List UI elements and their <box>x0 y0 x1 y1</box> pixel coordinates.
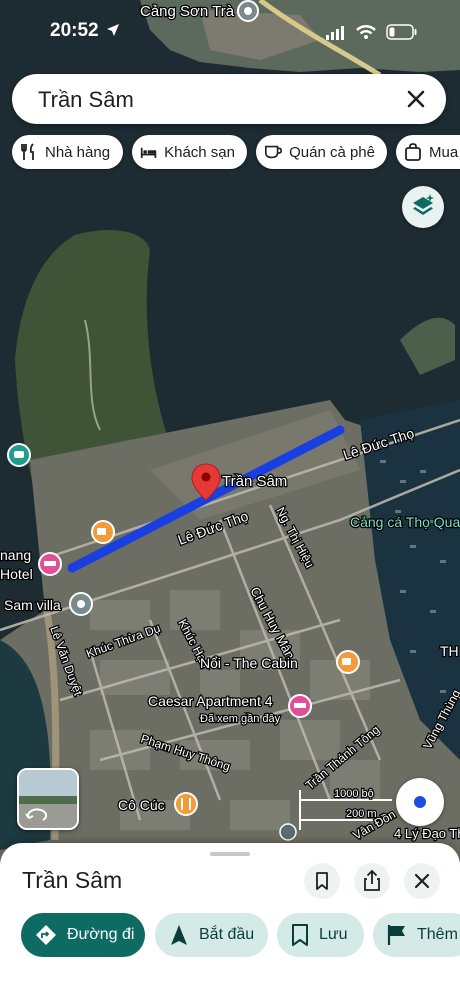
map-label-th: TH <box>440 643 459 659</box>
signal-icon <box>326 26 344 40</box>
search-bar[interactable]: Trần Sâm <box>12 74 446 124</box>
street-view-image <box>19 770 77 828</box>
my-location-icon <box>414 796 426 808</box>
chip-label: Mua <box>429 143 459 161</box>
bus-stop-icon[interactable] <box>279 823 297 841</box>
map-label-caesar-sub: Đã xem gần đây <box>200 713 281 725</box>
close-sheet-button[interactable] <box>404 863 440 899</box>
more-button[interactable]: Thêm <box>373 913 460 957</box>
share-icon <box>364 869 380 891</box>
layers-button[interactable] <box>402 186 444 228</box>
ferry-marker-icon[interactable] <box>7 443 31 467</box>
chip-hotels[interactable]: Khách sạn <box>132 135 247 169</box>
map-label-selected-street: Trần Sâm <box>222 473 287 490</box>
bookmark-icon <box>292 924 308 946</box>
start-button[interactable]: Bắt đầu <box>155 913 268 957</box>
flag-icon <box>387 925 405 945</box>
chip-cafes[interactable]: Quán cà phê <box>256 135 387 169</box>
map-label-ly-dao-thanh: 4 Lý Đạo Th <box>394 826 460 841</box>
bookmark-icon <box>316 872 328 890</box>
place-title: Trần Sâm <box>22 867 123 893</box>
status-bar: 20:52 <box>0 0 460 60</box>
start-label: Bắt đầu <box>199 926 255 943</box>
cafe-marker-icon[interactable] <box>91 520 115 544</box>
directions-button[interactable]: Đường đi <box>21 913 145 957</box>
save-label: Lưu <box>319 926 348 943</box>
map-label-fishing-port: Cảng cá Thọ Quang <box>350 514 460 530</box>
street-view-thumbnail[interactable] <box>17 768 79 830</box>
close-icon[interactable] <box>396 79 436 119</box>
cafe-marker-icon[interactable] <box>336 650 360 674</box>
search-query[interactable]: Trần Sâm <box>38 87 134 113</box>
map-label-hotel-partial: nang <box>0 547 31 563</box>
scale-label-ft: 1000 bộ <box>334 788 374 800</box>
my-location-button[interactable] <box>396 778 444 826</box>
navigation-arrow-icon <box>171 925 187 945</box>
coffee-cup-icon <box>264 145 283 159</box>
chip-label: Khách sạn <box>164 143 235 161</box>
fork-knife-icon <box>21 143 34 160</box>
map-label-co-cuc: Cô Cúc <box>118 797 165 813</box>
close-icon <box>414 873 430 889</box>
shopping-bag-icon <box>405 143 421 161</box>
hotel-marker-icon[interactable] <box>38 552 62 576</box>
location-arrow-icon <box>107 24 119 36</box>
save-button[interactable] <box>304 863 340 899</box>
layers-icon <box>413 194 434 215</box>
category-chips: Nhà hàng Khách sạn Quán cà phê Mua <box>12 135 460 171</box>
restaurant-marker-icon[interactable] <box>174 792 198 816</box>
battery-icon <box>386 24 417 40</box>
chip-label: Quán cà phê <box>289 143 375 161</box>
share-button[interactable] <box>354 863 390 899</box>
place-marker-icon[interactable] <box>69 592 93 616</box>
place-bottom-sheet[interactable]: Trần Sâm Đường đi Bắt đầu Lưu Thêm <box>0 843 460 1000</box>
chip-label: Nhà hàng <box>45 143 111 161</box>
map-label-caesar: Caesar Apartment 4 <box>148 693 273 709</box>
sheet-drag-handle[interactable] <box>210 852 250 856</box>
hotel-marker-icon[interactable] <box>288 694 312 718</box>
chip-shopping[interactable]: Mua <box>396 135 460 169</box>
status-time: 20:52 <box>50 20 99 41</box>
more-label: Thêm <box>417 926 458 943</box>
bed-icon <box>140 147 157 158</box>
directions-icon <box>36 925 56 945</box>
wifi-icon <box>356 25 376 39</box>
map-label-hotel-partial-2: Hotel <box>0 566 33 582</box>
directions-label: Đường đi <box>67 926 135 943</box>
map-label-sam-villa: Sam villa <box>4 597 61 613</box>
scale-label-m: 200 m <box>346 808 377 820</box>
save-place-button[interactable]: Lưu <box>277 913 364 957</box>
map-label-noi-cabin: Nổi - The Cabin <box>200 655 298 671</box>
chip-restaurants[interactable]: Nhà hàng <box>12 135 123 169</box>
